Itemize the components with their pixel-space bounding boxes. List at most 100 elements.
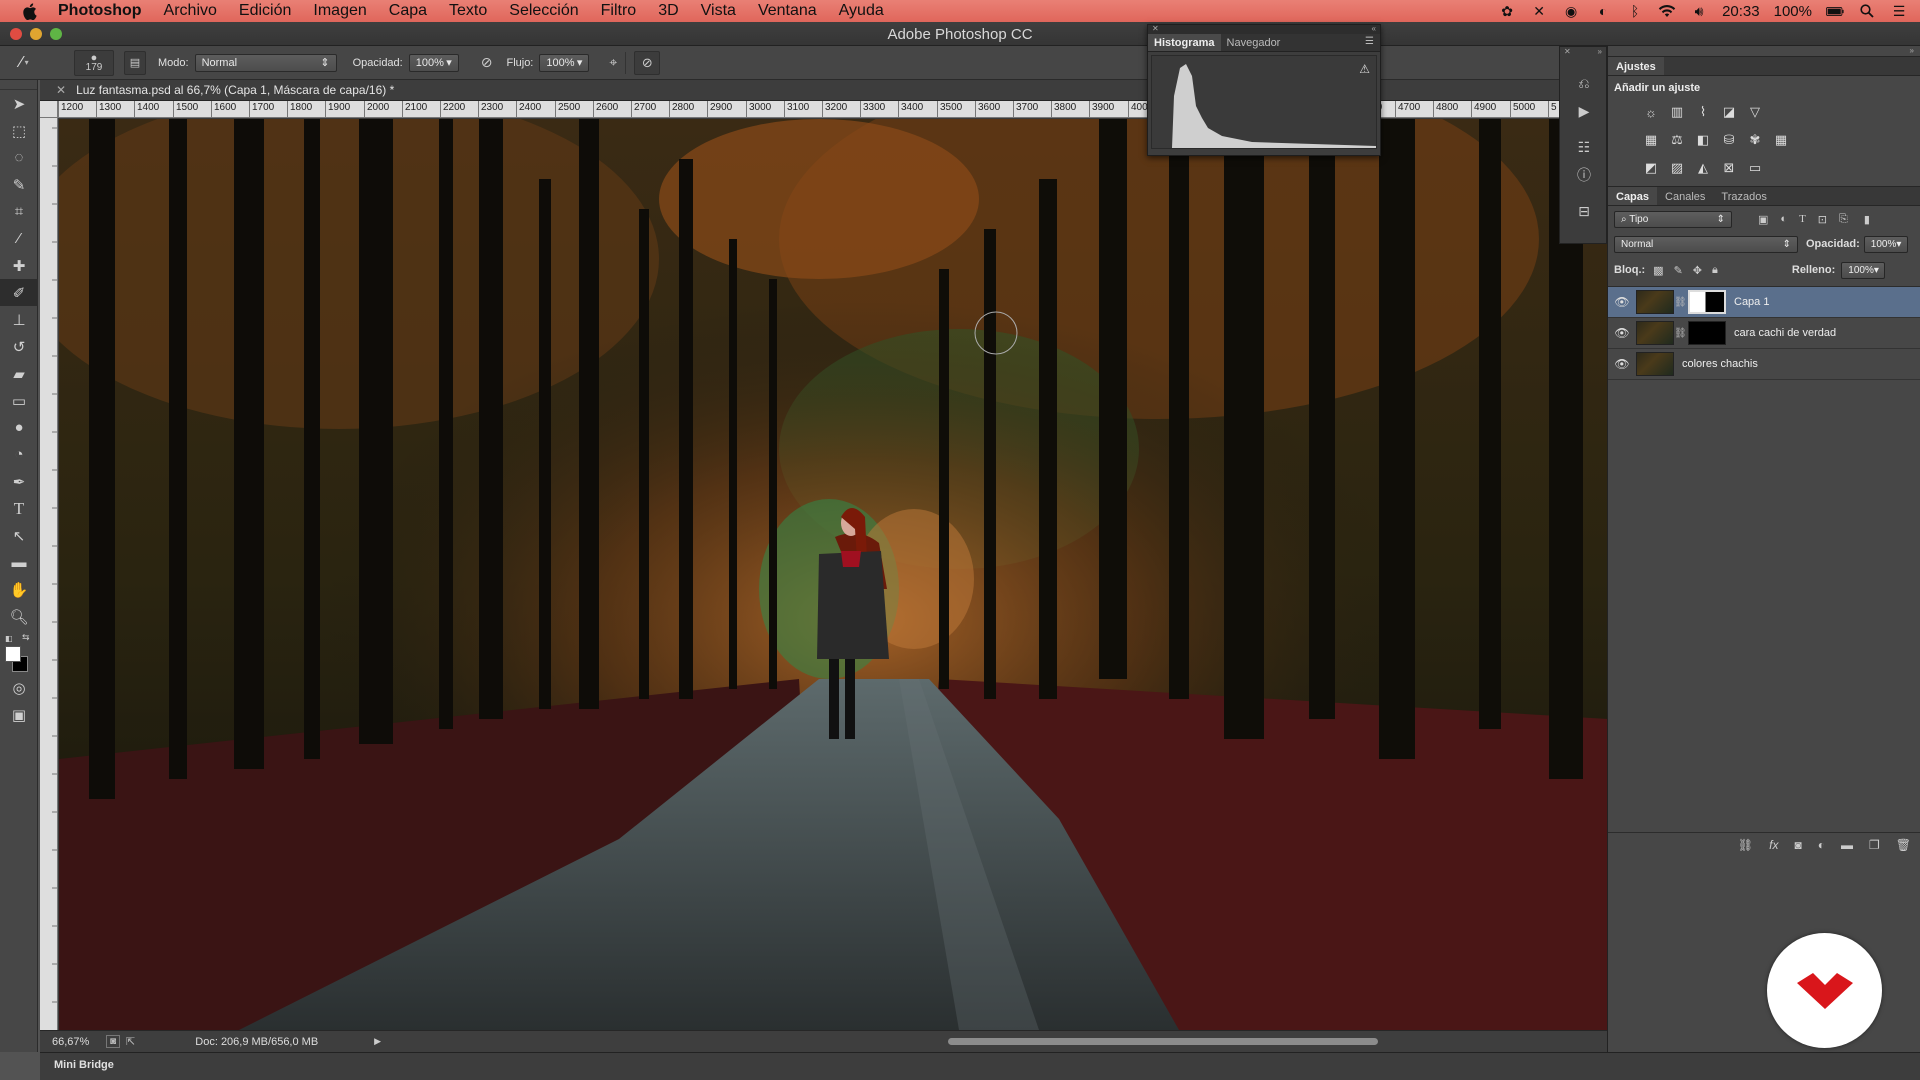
mask-link-icon[interactable]: ⛓: [1674, 297, 1687, 308]
expand-strip-icon[interactable]: »: [1598, 47, 1602, 59]
visibility-eye-icon[interactable]: 👁︎: [1608, 295, 1636, 309]
tab-capas[interactable]: Capas: [1608, 187, 1658, 205]
opacity-input[interactable]: 100% ▾: [408, 53, 459, 72]
panel-grip[interactable]: [0, 80, 37, 90]
layer-mask-thumbnail[interactable]: [1688, 321, 1726, 345]
vertical-ruler[interactable]: [40, 118, 58, 1030]
clock[interactable]: 20:33: [1722, 3, 1760, 20]
layer-name[interactable]: colores chachis: [1682, 358, 1758, 370]
lock-image-icon[interactable]: ✎: [1674, 264, 1683, 277]
layer-thumbnail[interactable]: [1636, 290, 1674, 314]
screen-mode-icon[interactable]: ▣: [0, 701, 38, 728]
dock-collapse-icon[interactable]: »: [1608, 46, 1920, 56]
marquee-tool-icon[interactable]: ⬚: [0, 117, 38, 144]
wifi-icon[interactable]: [1658, 3, 1676, 19]
lock-transparent-icon[interactable]: ▩: [1653, 264, 1663, 277]
brightness-contrast-icon[interactable]: ☼: [1642, 104, 1660, 120]
link-layers-icon[interactable]: ⛓: [1738, 838, 1753, 852]
properties-icon[interactable]: ☷: [1560, 133, 1608, 161]
new-group-icon[interactable]: ▬: [1841, 838, 1853, 852]
close-panel-icon[interactable]: ✕: [1152, 24, 1159, 33]
record-icon[interactable]: ◉: [1562, 3, 1580, 19]
foreground-color-swatch[interactable]: [5, 646, 21, 662]
sync-icon[interactable]: ◐: [1594, 3, 1612, 19]
lock-position-icon[interactable]: ✥: [1693, 264, 1702, 277]
layer-style-fx-icon[interactable]: fx: [1769, 838, 1778, 852]
tab-navegador[interactable]: Navegador: [1221, 34, 1287, 51]
layer-comps-icon[interactable]: ⊟: [1560, 197, 1608, 225]
filter-smart-object-icon[interactable]: ⎘: [1839, 213, 1848, 226]
status-menu-arrow-icon[interactable]: ▶: [374, 1036, 381, 1047]
battery-icon[interactable]: [1826, 3, 1844, 19]
layer-row-colores-chachis[interactable]: 👁︎ colores chachis: [1608, 349, 1920, 380]
menu-imagen[interactable]: Imagen: [313, 2, 366, 20]
type-tool-icon[interactable]: T: [0, 495, 38, 522]
tools-icon[interactable]: ✕: [1530, 3, 1548, 19]
pressure-size-icon[interactable]: ⊘: [634, 50, 661, 75]
share-icon[interactable]: ⇱: [126, 1035, 135, 1048]
tab-histograma[interactable]: Histograma: [1148, 34, 1221, 51]
dodge-tool-icon[interactable]: ◔: [0, 441, 38, 468]
menu-texto[interactable]: Texto: [449, 2, 487, 20]
filter-pixel-icon[interactable]: ▣: [1758, 213, 1768, 226]
layer-name[interactable]: cara cachi de verdad: [1734, 327, 1836, 339]
selective-color-icon[interactable]: ⊠: [1720, 160, 1738, 176]
lock-all-icon[interactable]: 🔒︎: [1712, 264, 1718, 277]
menu-ayuda[interactable]: Ayuda: [839, 2, 884, 20]
brush-tool-icon[interactable]: ✐: [0, 279, 38, 306]
add-mask-icon[interactable]: ◙: [1795, 838, 1802, 852]
zoom-level[interactable]: 66,67%: [52, 1036, 92, 1048]
menu-vista[interactable]: Vista: [701, 2, 736, 20]
menu-archivo[interactable]: Archivo: [164, 2, 217, 20]
curves-icon[interactable]: ⌇: [1694, 104, 1712, 120]
quick-selection-tool-icon[interactable]: ✎: [0, 171, 38, 198]
bluetooth-icon[interactable]: ᛒ: [1626, 3, 1644, 19]
battery-percent[interactable]: 100%: [1774, 3, 1812, 20]
volume-icon[interactable]: 🔊︎: [1690, 3, 1708, 19]
zoom-tool-icon[interactable]: 🔍︎: [0, 603, 38, 630]
panel-menu-icon[interactable]: ☰: [1365, 36, 1374, 47]
mini-bridge-panel[interactable]: Mini Bridge: [40, 1052, 1920, 1080]
gradient-tool-icon[interactable]: ▭: [0, 387, 38, 414]
actions-play-icon[interactable]: ▶: [1560, 97, 1608, 125]
tab-canales[interactable]: Canales: [1657, 187, 1713, 205]
delete-layer-icon[interactable]: 🗑︎: [1896, 838, 1911, 852]
eyedropper-tool-icon[interactable]: ⁄: [0, 225, 38, 252]
visibility-eye-icon[interactable]: 👁︎: [1608, 326, 1636, 340]
clone-stamp-tool-icon[interactable]: ⊥: [0, 306, 38, 333]
layer-name[interactable]: Capa 1: [1734, 296, 1769, 308]
move-tool-icon[interactable]: ➤: [0, 90, 38, 117]
filter-adjustment-icon[interactable]: ◐: [1780, 213, 1787, 225]
history-brush-tool-icon[interactable]: ↺: [0, 333, 38, 360]
close-strip-icon[interactable]: ✕: [1564, 47, 1571, 59]
invert-icon[interactable]: ◩: [1642, 160, 1660, 176]
menu-filtro[interactable]: Filtro: [601, 2, 637, 20]
black-white-icon[interactable]: ◧: [1694, 132, 1712, 148]
blend-mode-select[interactable]: Normal ⇕: [1614, 235, 1798, 253]
color-lookup-icon[interactable]: ▦: [1772, 132, 1790, 148]
crop-tool-icon[interactable]: ⌗: [0, 198, 38, 225]
menu-edicion[interactable]: Edición: [239, 2, 291, 20]
exposure-icon[interactable]: ◪: [1720, 104, 1738, 120]
swap-colors-icon[interactable]: ⇆: [22, 632, 30, 643]
visibility-eye-icon[interactable]: 👁︎: [1608, 357, 1636, 371]
menu-app-name[interactable]: Photoshop: [58, 2, 142, 20]
filter-type-icon[interactable]: T: [1799, 213, 1806, 225]
mask-link-icon[interactable]: ⛓: [1674, 328, 1687, 339]
mode-select[interactable]: Normal ⇕: [194, 53, 337, 72]
menu-3d[interactable]: 3D: [658, 2, 678, 20]
history-icon[interactable]: ⎌: [1560, 69, 1608, 97]
lasso-tool-icon[interactable]: ◌: [0, 144, 38, 171]
status-view-icon[interactable]: ◙: [106, 1035, 121, 1048]
pen-tool-icon[interactable]: ✒: [0, 468, 38, 495]
menu-ventana[interactable]: Ventana: [758, 2, 817, 20]
flow-input[interactable]: 100% ▾: [539, 53, 590, 72]
horizontal-scrollbar-thumb[interactable]: [948, 1038, 1378, 1045]
hand-tool-icon[interactable]: ✋: [0, 576, 38, 603]
healing-brush-tool-icon[interactable]: ✚: [0, 252, 38, 279]
color-balance-icon[interactable]: ⚖: [1668, 132, 1686, 148]
menu-seleccion[interactable]: Selección: [509, 2, 578, 20]
blur-tool-icon[interactable]: ●: [0, 414, 38, 441]
layer-thumbnail[interactable]: [1636, 352, 1674, 376]
info-icon[interactable]: ⓘ: [1560, 161, 1608, 189]
